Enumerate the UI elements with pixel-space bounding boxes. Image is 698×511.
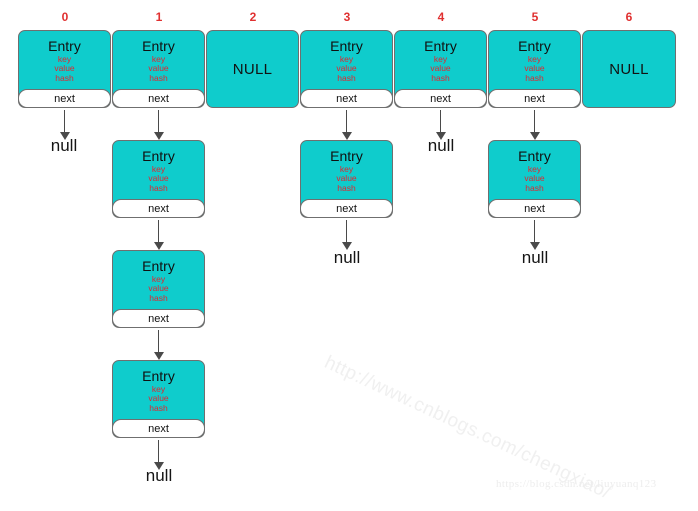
entry-title: Entry [142,147,175,164]
entry-next-pointer[interactable]: next [18,89,111,108]
bucket-0-null-terminator: null [50,136,78,155]
entry-title: Entry [142,37,175,54]
entry-body: Entry key value hash [113,141,204,198]
entry-title: Entry [142,257,175,274]
bucket-4-null-terminator: null [427,136,455,155]
entry-field-hash: hash [337,182,356,193]
next-label: next [430,92,451,105]
bucket-1-null-terminator: null [145,466,173,485]
next-label: next [148,312,169,325]
entry-next-pointer[interactable]: next [488,199,581,218]
null-cell-label: NULL [609,60,649,78]
bucket-4-head-entry[interactable]: Entry key value hash next [394,30,487,108]
entry-field-hash: hash [149,292,168,303]
next-label: next [148,202,169,215]
entry-body: Entry key value hash [489,31,580,88]
bucket-1-chain-node-2[interactable]: Entry key value hash next [112,140,205,218]
entry-field-hash: hash [337,72,356,83]
bottom-right-watermark: https://blog.csdn.net/liuyuanq123 [496,478,657,490]
entry-next-pointer[interactable]: next [112,309,205,328]
entry-next-pointer[interactable]: next [112,419,205,438]
bucket-2-null-cell[interactable]: NULL [206,30,299,108]
entry-next-pointer[interactable]: next [300,89,393,108]
bucket-index-1: 1 [155,10,163,24]
entry-body: Entry key value hash [113,361,204,418]
entry-title: Entry [518,147,551,164]
entry-title: Entry [518,37,551,54]
entry-title: Entry [330,147,363,164]
bucket-3-null-terminator: null [333,248,361,267]
next-label: next [524,92,545,105]
bucket-3-head-entry[interactable]: Entry key value hash next [300,30,393,108]
next-label: next [148,92,169,105]
bucket-5-chain-node-2[interactable]: Entry key value hash next [488,140,581,218]
entry-field-hash: hash [525,182,544,193]
entry-title: Entry [48,37,81,54]
entry-title: Entry [330,37,363,54]
bucket-1-chain-node-3[interactable]: Entry key value hash next [112,250,205,328]
entry-body: Entry key value hash [489,141,580,198]
bucket-index-3: 3 [343,10,351,24]
bucket-1-chain-node-4[interactable]: Entry key value hash next [112,360,205,438]
entry-field-hash: hash [55,72,74,83]
bucket-5-null-terminator: null [521,248,549,267]
entry-next-pointer[interactable]: next [488,89,581,108]
bucket-6-null-cell[interactable]: NULL [582,30,676,108]
entry-field-hash: hash [149,72,168,83]
entry-next-pointer[interactable]: next [300,199,393,218]
hashmap-diagram-canvas: 0 1 2 3 4 5 6 Entry key value hash next … [0,0,698,503]
entry-body: Entry key value hash [301,141,392,198]
diagonal-watermark: http://www.cnblogs.com/chengxiao/ [321,352,614,504]
next-label: next [524,202,545,215]
entry-title: Entry [424,37,457,54]
bucket-index-2: 2 [249,10,257,24]
entry-title: Entry [142,367,175,384]
bucket-index-4: 4 [437,10,445,24]
entry-field-hash: hash [149,402,168,413]
entry-field-hash: hash [431,72,450,83]
entry-field-hash: hash [525,72,544,83]
entry-body: Entry key value hash [113,251,204,308]
next-label: next [336,202,357,215]
bucket-0-head-entry[interactable]: Entry key value hash next [18,30,111,108]
entry-body: Entry key value hash [395,31,486,88]
bucket-1-head-entry[interactable]: Entry key value hash next [112,30,205,108]
next-label: next [336,92,357,105]
next-label: next [54,92,75,105]
entry-body: Entry key value hash [301,31,392,88]
entry-next-pointer[interactable]: next [112,199,205,218]
bucket-5-head-entry[interactable]: Entry key value hash next [488,30,581,108]
entry-next-pointer[interactable]: next [112,89,205,108]
entry-body: Entry key value hash [19,31,110,88]
next-label: next [148,422,169,435]
bucket-3-chain-node-2[interactable]: Entry key value hash next [300,140,393,218]
entry-field-hash: hash [149,182,168,193]
bucket-index-5: 5 [531,10,539,24]
entry-next-pointer[interactable]: next [394,89,487,108]
entry-body: Entry key value hash [113,31,204,88]
null-cell-label: NULL [232,60,273,78]
bucket-index-0: 0 [61,10,69,24]
bucket-index-6: 6 [625,10,633,24]
